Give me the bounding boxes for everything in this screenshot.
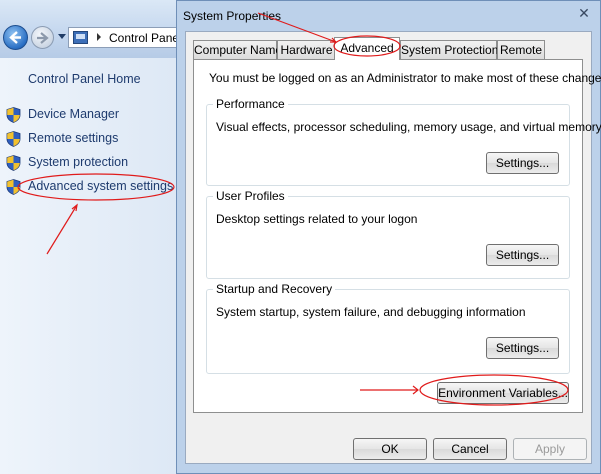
tab-label: Remote — [499, 43, 543, 57]
startup-recovery-group: Startup and Recovery System startup, sys… — [206, 282, 570, 374]
group-description: Visual effects, processor scheduling, me… — [216, 120, 601, 134]
startup-recovery-settings-button[interactable]: Settings... — [486, 337, 559, 359]
tab-label: System Protection — [401, 43, 499, 57]
tab-remote[interactable]: Remote — [497, 40, 545, 59]
advanced-tab-panel: You must be logged on as an Administrato… — [193, 59, 601, 413]
close-button[interactable]: ✕ — [574, 5, 594, 22]
group-description: System startup, system failure, and debu… — [216, 305, 526, 319]
tab-advanced[interactable]: Advanced — [334, 37, 400, 60]
task-label: Device Manager — [28, 107, 120, 121]
user-profiles-group: User Profiles Desktop settings related t… — [206, 189, 570, 279]
dialog-client-area: Computer Name Hardware Advanced System P… — [185, 31, 601, 464]
close-icon: ✕ — [578, 5, 590, 21]
admin-notice: You must be logged on as an Administrato… — [209, 71, 601, 85]
system-properties-dialog: System Properties ✕ Computer Name Hardwa… — [176, 0, 601, 474]
apply-button[interactable]: Apply — [513, 438, 587, 460]
control-panel-home-link[interactable]: Control Panel Home — [28, 72, 141, 86]
control-panel-icon — [73, 31, 88, 44]
address-bar[interactable]: Control Panel — [68, 27, 188, 48]
group-title: Startup and Recovery — [213, 282, 336, 296]
group-title: User Profiles — [213, 189, 288, 203]
group-title: Performance — [213, 97, 288, 111]
arrow-left-icon — [9, 31, 21, 44]
ok-button[interactable]: OK — [353, 438, 427, 460]
tab-computer-name[interactable]: Computer Name — [193, 40, 282, 59]
tab-label: Computer Name — [194, 43, 283, 57]
uac-shield-icon — [6, 107, 21, 123]
task-label: Remote settings — [28, 131, 119, 145]
uac-shield-icon — [6, 155, 21, 171]
performance-group: Performance Visual effects, processor sc… — [206, 97, 601, 186]
cancel-button[interactable]: Cancel — [433, 438, 507, 460]
uac-shield-icon — [6, 179, 21, 195]
uac-shield-icon — [6, 131, 21, 147]
group-description: Desktop settings related to your logon — [216, 212, 418, 226]
tab-label: Advanced — [340, 41, 394, 55]
breadcrumb-chevron-icon[interactable] — [97, 33, 101, 41]
tab-system-protection[interactable]: System Protection — [400, 40, 499, 59]
dialog-title: System Properties — [183, 9, 282, 23]
address-text: Control Panel — [109, 31, 182, 45]
recent-pages-dropdown[interactable] — [58, 34, 66, 39]
performance-settings-button[interactable]: Settings... — [486, 152, 559, 174]
arrow-right-icon — [37, 32, 49, 44]
task-label: System protection — [28, 155, 129, 169]
tab-hardware[interactable]: Hardware — [277, 40, 336, 59]
user-profiles-settings-button[interactable]: Settings... — [486, 244, 559, 266]
forward-button[interactable] — [31, 26, 54, 49]
task-label: Advanced system settings — [28, 179, 174, 193]
environment-variables-button[interactable]: Environment Variables... — [437, 382, 569, 404]
back-button[interactable] — [3, 25, 28, 50]
tab-label: Hardware — [280, 43, 333, 57]
